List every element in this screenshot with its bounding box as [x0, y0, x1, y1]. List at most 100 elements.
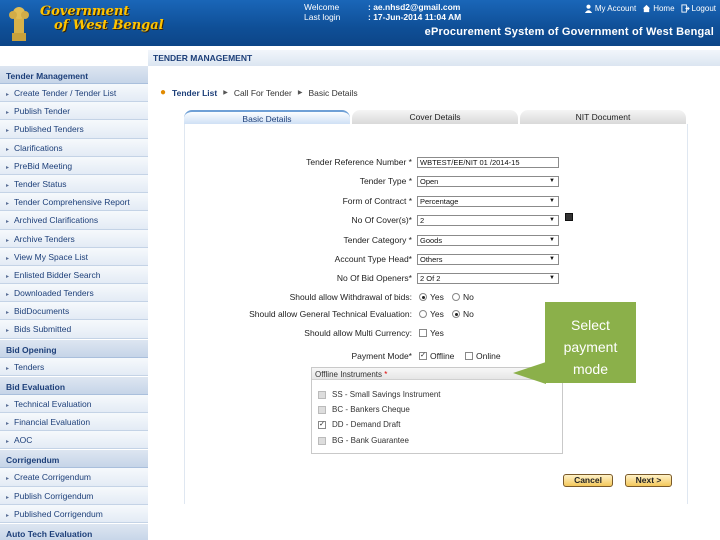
- instrument-ss[interactable]: SS - Small Savings Instrument: [318, 390, 440, 399]
- form-of-contract-select[interactable]: Percentage ▼: [417, 196, 559, 207]
- withdrawal-no-option[interactable]: No: [452, 292, 474, 302]
- last-login-value: : 17-Jun-2014 11:04 AM: [368, 12, 462, 22]
- sidebar-item-bids-submitted[interactable]: ▸ Bids Submitted: [0, 320, 148, 339]
- bid-openers-label: No Of Bid Openers*: [336, 273, 412, 283]
- instrument-bg[interactable]: BG - Bank Guarantee: [318, 436, 409, 445]
- sidebar-item-technical-evaluation[interactable]: ▸ Technical Evaluation: [0, 394, 148, 413]
- sidebar-item-downloaded-tenders[interactable]: ▸ Downloaded Tenders: [0, 284, 148, 303]
- general-tech-eval-yes-option[interactable]: Yes: [419, 309, 444, 319]
- tender-type-label: Tender Type *: [359, 176, 412, 186]
- tender-category-select[interactable]: Goods ▼: [417, 235, 559, 246]
- tab-nit-document[interactable]: NIT Document: [520, 110, 686, 124]
- withdrawal-no-radio[interactable]: [452, 293, 460, 301]
- sidebar-item-clarifications[interactable]: ▸ Clarifications: [0, 138, 148, 157]
- tab-cover-details[interactable]: Cover Details: [352, 110, 518, 124]
- last-login-label: Last login: [304, 12, 341, 22]
- instrument-bg-label: BG - Bank Guarantee: [332, 436, 409, 445]
- sidebar-item-view-my-space-list[interactable]: ▸ View My Space List: [0, 247, 148, 266]
- sidebar-item-archive-tenders[interactable]: ▸ Archive Tenders: [0, 229, 148, 248]
- logout-link[interactable]: Logout: [680, 4, 716, 13]
- instrument-ss-label: SS - Small Savings Instrument: [332, 390, 441, 399]
- login-info: Welcome: ae.nhsd2@gmail.com Last login: …: [304, 2, 461, 22]
- general-tech-eval-yes-radio[interactable]: [419, 310, 427, 318]
- instrument-dd-checkbox[interactable]: ✓: [318, 420, 326, 429]
- sidebar-label: Enlisted Bidder Search: [14, 269, 101, 280]
- general-tech-eval-no-radio[interactable]: [452, 310, 460, 318]
- home-icon: [643, 4, 651, 13]
- payment-online-checkbox[interactable]: [465, 352, 473, 360]
- section-title: TENDER MANAGEMENT: [148, 50, 720, 66]
- sidebar-section-bid-evaluation: Bid Evaluation: [0, 375, 148, 395]
- general-tech-eval-no-option[interactable]: No: [452, 309, 474, 319]
- sidebar-label: Corrigendum: [6, 455, 60, 466]
- logout-label: Logout: [691, 4, 716, 13]
- breadcrumb-call-for-tender[interactable]: Call For Tender: [234, 88, 292, 98]
- sidebar-label: Bid Opening: [6, 344, 57, 355]
- sidebar-label: Publish Tender: [14, 106, 71, 117]
- sidebar-item-create-tender-tender-list[interactable]: ▸ Create Tender / Tender List: [0, 84, 148, 103]
- form-of-contract-value: Percentage: [420, 197, 459, 206]
- brand-line-2: of West Bengal: [54, 18, 164, 33]
- sidebar-item-tender-comprehensive-report[interactable]: ▸ Tender Comprehensive Report: [0, 193, 148, 212]
- account-type-head-select[interactable]: Others ▼: [417, 254, 559, 265]
- sidebar-label: Publish Corrigendum: [14, 490, 94, 501]
- sidebar-item-enlisted-bidder-search[interactable]: ▸ Enlisted Bidder Search: [0, 265, 148, 285]
- no-of-covers-select[interactable]: 2 ▼: [417, 215, 559, 226]
- menu-arrow-icon: ▸: [6, 310, 10, 317]
- welcome-value: : ae.nhsd2@gmail.com: [368, 2, 461, 12]
- cancel-button[interactable]: Cancel: [563, 474, 613, 487]
- bid-openers-select[interactable]: 2 Of 2 ▼: [417, 273, 559, 284]
- tab-basic-details[interactable]: Basic Details: [184, 110, 350, 124]
- withdrawal-yes-radio[interactable]: [419, 293, 427, 301]
- multi-currency-option[interactable]: Yes: [419, 328, 444, 338]
- instrument-dd[interactable]: ✓ DD - Demand Draft: [318, 420, 400, 429]
- home-link[interactable]: Home: [642, 4, 675, 13]
- info-icon[interactable]: [565, 213, 573, 221]
- sidebar-item-prebid-meeting[interactable]: ▸ PreBid Meeting: [0, 156, 148, 175]
- offline-instruments-title: Offline Instruments: [315, 370, 382, 379]
- sidebar-label: Auto Tech Evaluation: [6, 528, 93, 539]
- sidebar-label: Bid Evaluation: [6, 381, 66, 392]
- sidebar-label: Bids Submitted: [14, 324, 72, 335]
- tender-type-select[interactable]: Open ▼: [417, 176, 559, 187]
- bid-openers-value: 2 Of 2: [420, 274, 441, 283]
- sidebar-item-publish-corrigendum[interactable]: ▸ Publish Corrigendum: [0, 486, 148, 505]
- no-of-covers-label: No Of Cover(s)*: [351, 215, 412, 225]
- sidebar-item-tender-status[interactable]: ▸ Tender Status: [0, 174, 148, 194]
- payment-offline-checkbox[interactable]: ✓: [419, 352, 427, 360]
- sidebar-item-aoc[interactable]: ▸ AOC: [0, 431, 148, 450]
- sidebar-item-create-corrigendum[interactable]: ▸ Create Corrigendum: [0, 468, 148, 487]
- sidebar-item-tenders[interactable]: ▸ Tenders: [0, 357, 148, 376]
- sidebar-label: BidDocuments: [14, 306, 70, 317]
- sidebar-section-tender-management: Tender Management: [0, 65, 148, 84]
- multi-currency-checkbox[interactable]: [419, 329, 427, 337]
- sidebar-item-published-tenders[interactable]: ▸ Published Tenders: [0, 120, 148, 139]
- next-button[interactable]: Next >: [625, 474, 672, 487]
- sidebar-item-financial-evaluation[interactable]: ▸ Financial Evaluation: [0, 413, 148, 432]
- instrument-ss-checkbox[interactable]: [318, 390, 326, 399]
- instrument-bg-checkbox[interactable]: [318, 436, 326, 445]
- sidebar-item-biddocuments[interactable]: ▸ BidDocuments: [0, 302, 148, 321]
- top-links: My Account Home Logout: [584, 4, 716, 13]
- dropdown-caret-icon: ▼: [549, 256, 555, 262]
- instrument-bc[interactable]: BC - Bankers Cheque: [318, 405, 410, 414]
- instrument-bc-checkbox[interactable]: [318, 405, 326, 414]
- payment-offline-option[interactable]: ✓ Offline: [419, 351, 454, 361]
- sidebar-item-publish-tender[interactable]: ▸ Publish Tender: [0, 102, 148, 121]
- menu-arrow-icon: ▸: [6, 439, 10, 446]
- menu-arrow-icon: ▸: [6, 292, 10, 299]
- breadcrumb-separator-icon: ▶: [297, 90, 303, 96]
- breadcrumb-tender-list[interactable]: Tender List: [172, 88, 217, 98]
- withdrawal-yes-option[interactable]: Yes: [419, 292, 444, 302]
- dropdown-caret-icon: ▼: [549, 237, 555, 243]
- sidebar-item-archived-clarifications[interactable]: ▸ Archived Clarifications: [0, 211, 148, 230]
- my-account-link[interactable]: My Account: [584, 4, 636, 13]
- instrument-bc-label: BC - Bankers Cheque: [332, 405, 410, 414]
- tender-ref-input[interactable]: WBTEST/EE/NIT 01 /2014-15: [417, 157, 559, 168]
- state-emblem-icon: [9, 7, 29, 41]
- payment-online-option[interactable]: Online: [465, 351, 501, 361]
- menu-arrow-icon: ▸: [6, 128, 10, 135]
- sidebar-item-published-corrigendum[interactable]: ▸ Published Corrigendum: [0, 504, 148, 523]
- breadcrumb-basic-details: Basic Details: [308, 87, 358, 98]
- sidebar-label: Archive Tenders: [14, 233, 75, 244]
